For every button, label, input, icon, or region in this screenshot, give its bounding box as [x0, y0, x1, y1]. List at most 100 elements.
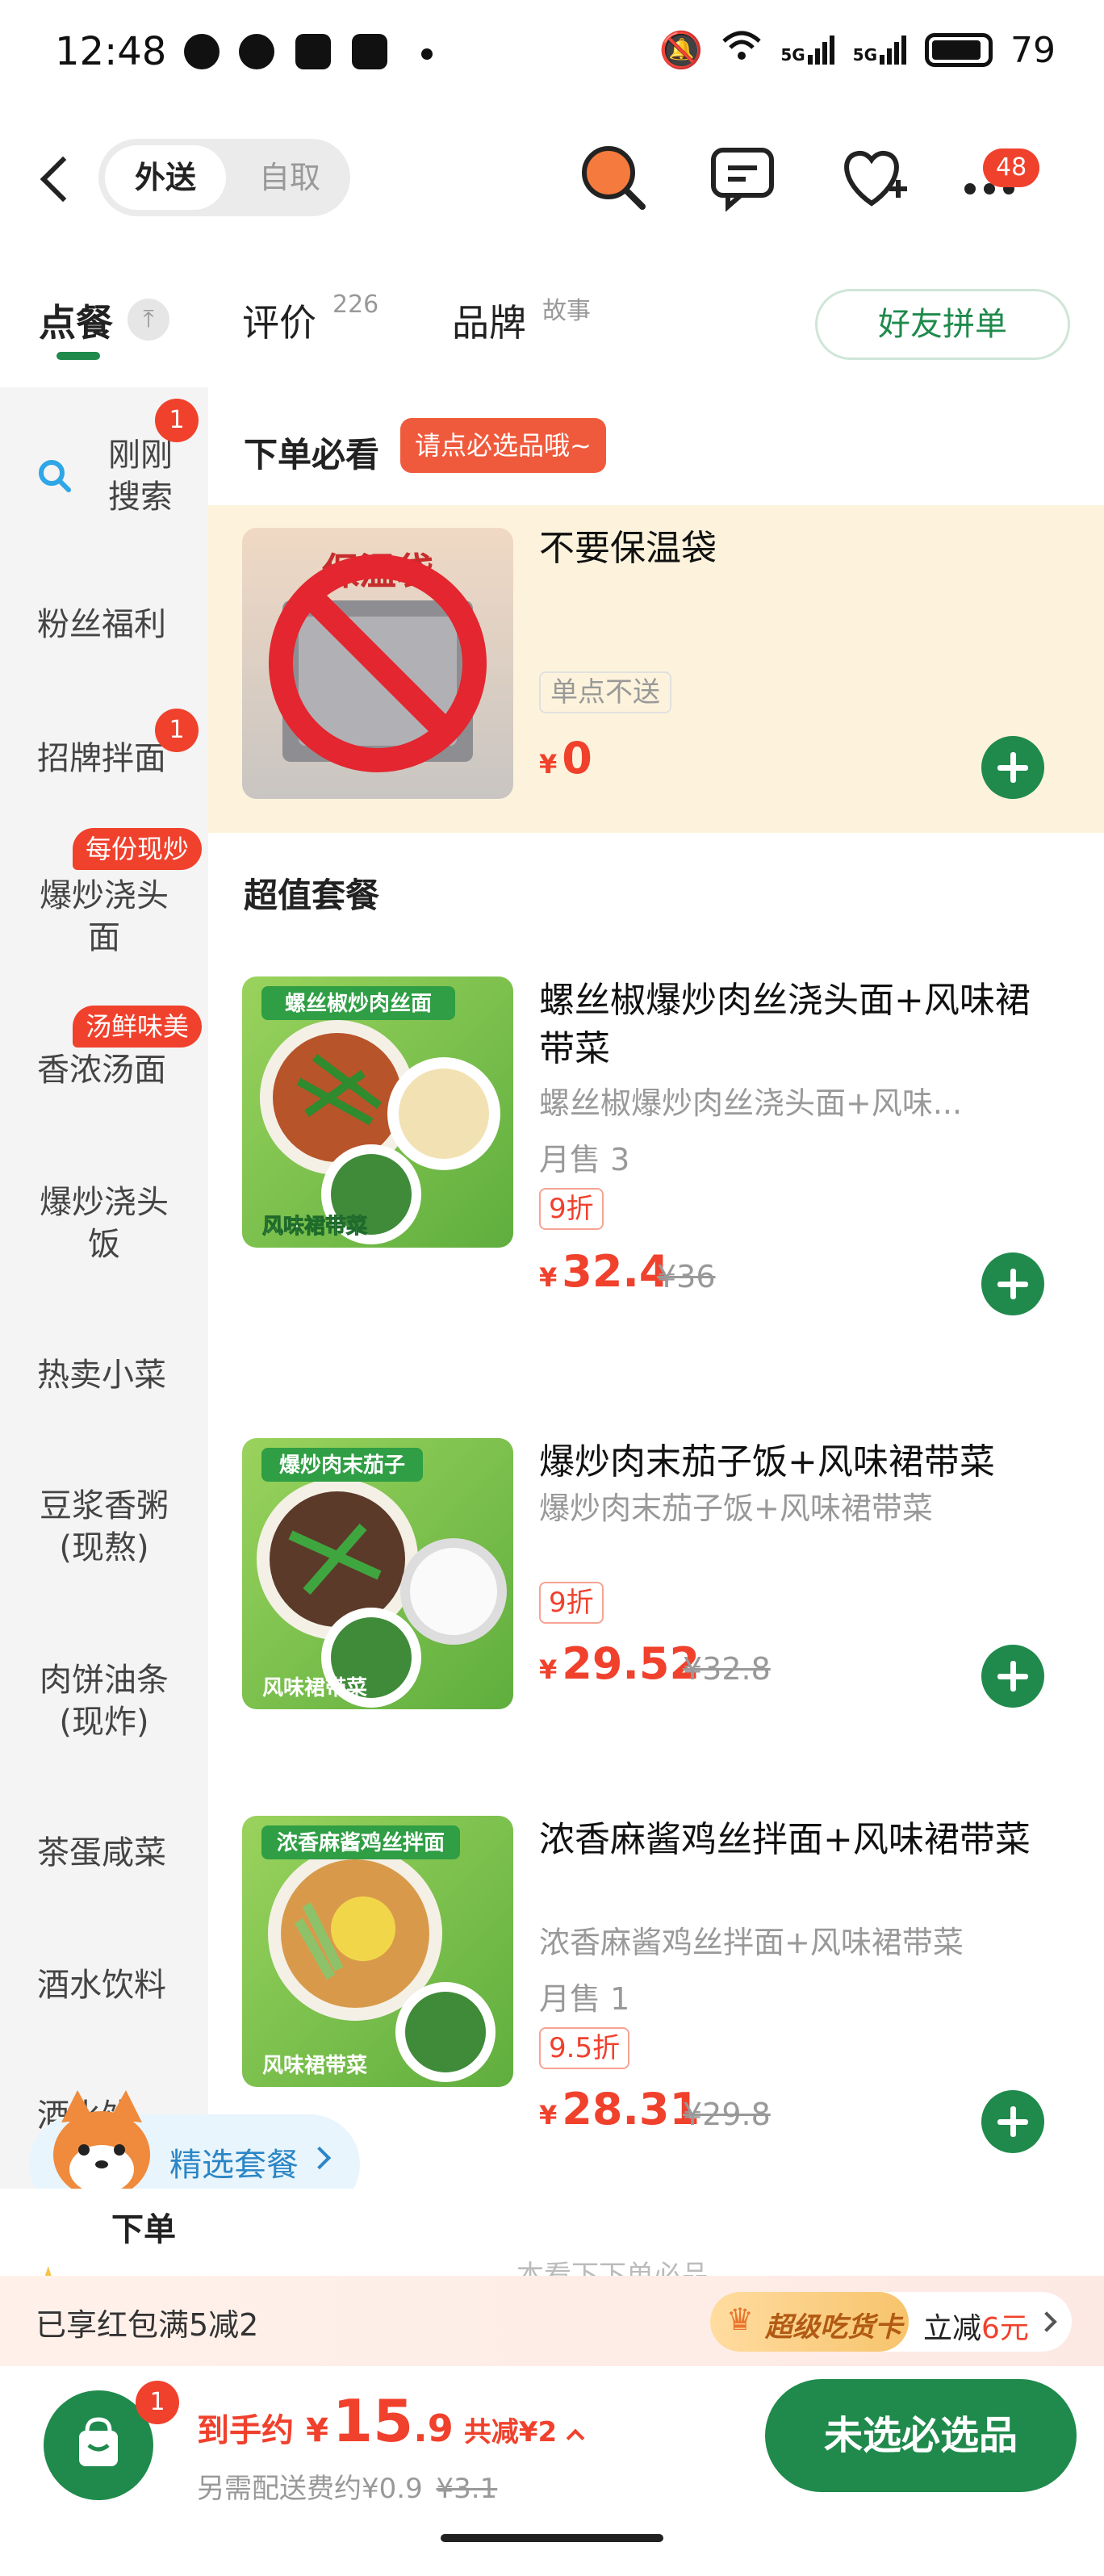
product-price: ¥32.4: [539, 1246, 670, 1297]
reviews-count: 226: [332, 291, 379, 319]
product-name: 爆炒肉末茄子饭+风味裙带菜: [539, 1441, 995, 1482]
sidebar-item-drinks[interactable]: 酒水饮料: [0, 1964, 208, 2006]
discount-text: 已享红包满5减2: [36, 2307, 259, 2343]
store-tabs: 点餐 ⤒ 评价 226 品牌 故事 好友拼单: [0, 274, 1104, 371]
tab-brand[interactable]: 品牌: [452, 294, 526, 347]
add-to-cart-button[interactable]: [981, 1645, 1044, 1708]
price-summary: 到手约 ¥ 15.9 共减¥2: [197, 2387, 585, 2455]
mute-icon: 🔕: [659, 30, 704, 71]
menu-list: 下单必看 请点必选品哦~ 保温袋 不要保温袋 单点不送 ¥0 超值套餐 螺丝椒炒…: [208, 387, 1104, 2189]
peek-row: ★ 下单 本看下下单必品: [0, 2189, 1104, 2301]
search-small-icon: [36, 457, 73, 504]
section-title-must-see: 下单必看: [244, 435, 380, 475]
sidebar-badge: 1: [155, 399, 199, 442]
sidebar-item-egg-pickles[interactable]: 茶蛋咸菜: [0, 1832, 208, 1874]
product-card[interactable]: 爆炒肉末茄子 风味裙带菜 爆炒肉末茄子饭+风味裙带菜 爆炒肉末茄子饭+风味裙带菜…: [208, 1438, 1104, 1777]
original-price: ¥29.8: [683, 2097, 771, 2132]
message-app-icon: [239, 34, 274, 69]
wifi-icon: [721, 30, 763, 71]
section-title-value-sets: 超值套餐: [244, 876, 380, 915]
sidebar-item-stirfry-rice[interactable]: 爆炒浇头 饭: [0, 1181, 208, 1265]
must-item-card[interactable]: 保温袋 不要保温袋 单点不送 ¥0: [208, 505, 1104, 833]
top-nav: 外送 自取 48: [0, 129, 1104, 226]
promo-tag: 每份现炒: [73, 828, 203, 870]
tab-reviews[interactable]: 评价: [242, 294, 316, 347]
checkout-bar: 1 到手约 ¥ 15.9 共减¥2 另需配送费约¥0.9 ¥3.1 未选必选品: [0, 2366, 1104, 2576]
peek-right-text: 本看下下单必品: [516, 2260, 709, 2277]
delivery-mode-toggle[interactable]: 外送 自取: [98, 139, 350, 216]
product-image: 爆炒肉末茄子 风味裙带菜: [242, 1438, 513, 1709]
product-card[interactable]: 螺丝椒炒肉丝面 风味裙带菜 螺丝椒爆炒肉丝浇头面+风味裙带菜 螺丝椒爆炒肉丝浇头…: [208, 976, 1104, 1356]
product-desc: 爆炒肉末茄子饭+风味裙带菜: [539, 1491, 933, 1526]
signal-icon-2: 5G: [853, 36, 907, 65]
crown-icon: ♛: [726, 2302, 755, 2337]
battery-icon: [925, 33, 993, 67]
favorite-add-icon[interactable]: [833, 139, 910, 216]
original-price: ¥36: [657, 1259, 716, 1294]
mode-delivery[interactable]: 外送: [105, 145, 226, 210]
not-sold-alone-tag: 单点不送: [539, 671, 671, 713]
sidebar-item-stirfry-noodles[interactable]: 爆炒浇头 面: [0, 875, 208, 959]
product-desc: 螺丝椒爆炒肉丝浇头面+风味...: [539, 1085, 963, 1121]
discount-bar[interactable]: 已享红包满5减2 ♛ 超级吃货卡 立减6元: [0, 2276, 1104, 2366]
more-badge: 48: [983, 148, 1040, 187]
sidebar-item-soup-noodles[interactable]: 香浓汤面: [0, 1049, 208, 1091]
sidebar-item-label: 刚刚 搜索: [108, 437, 173, 516]
image-caption: 爆炒肉末茄子: [279, 1453, 405, 1478]
status-bar: 12:48 🔕 5G 5G 79: [0, 0, 1104, 105]
brand-story-sup: 故事: [542, 297, 591, 325]
promo-tag: 汤鲜味美: [73, 1006, 203, 1048]
discount-tag: 9折: [539, 1582, 604, 1624]
sidebar-item-pancake-fritter[interactable]: 肉饼油条 (现炸): [0, 1659, 208, 1743]
super-foodie-card[interactable]: ♛ 超级吃货卡 立减6元: [710, 2292, 1072, 2352]
sidebar-badge: 1: [155, 709, 199, 752]
product-price: ¥29.52: [539, 1638, 700, 1689]
featured-set-label: 精选套餐: [169, 2147, 299, 2184]
peek-title: 下单: [111, 2211, 176, 2248]
checkout-button[interactable]: 未选必选品: [765, 2379, 1077, 2492]
back-icon[interactable]: [40, 156, 86, 203]
battery-level: 79: [1010, 29, 1056, 71]
product-image: 浓香麻酱鸡丝拌面 风味裙带菜: [242, 1816, 513, 2087]
notification-dot: [421, 48, 433, 60]
image-caption: 浓香麻酱鸡丝拌面: [277, 1830, 445, 1855]
product-name: 螺丝椒爆炒肉丝浇头面+风味裙带菜: [539, 980, 1031, 1069]
image-caption: 风味裙带菜: [262, 1675, 367, 1700]
monthly-sales: 月售 1: [539, 1981, 630, 2017]
product-image: 保温袋: [242, 528, 513, 799]
card-badge-label: 超级吃货卡: [765, 2311, 902, 2344]
discount-tag: 9折: [539, 1188, 604, 1230]
sidebar-item-fan-benefits[interactable]: 粉丝福利: [0, 604, 208, 646]
search-icon[interactable]: [575, 139, 652, 216]
add-to-cart-button[interactable]: [981, 1252, 1044, 1315]
status-time: 12:48: [55, 29, 167, 74]
chevron-up-icon: [566, 2428, 585, 2447]
required-pill: 请点必选品哦~: [400, 418, 606, 473]
sidebar-item-hot-sides[interactable]: 热卖小菜: [0, 1354, 208, 1396]
product-image: 螺丝椒炒肉丝面 风味裙带菜: [242, 976, 513, 1248]
image-caption: 风味裙带菜: [262, 1214, 367, 1239]
cart-count-badge: 1: [136, 2381, 179, 2424]
product-price: ¥28.31: [539, 2084, 700, 2135]
original-price: ¥32.8: [683, 1651, 771, 1687]
home-indicator[interactable]: [441, 2534, 663, 2542]
add-to-cart-button[interactable]: [981, 2090, 1044, 2153]
pin-top-icon[interactable]: ⤒: [128, 299, 169, 341]
message-icon[interactable]: [704, 139, 781, 216]
monthly-sales: 月售 3: [539, 1142, 630, 1177]
product-name: 不要保温袋: [539, 528, 717, 569]
qq-icon: [352, 34, 387, 69]
product-desc: 浓香麻酱鸡丝拌面+风味裙带菜: [539, 1925, 964, 1960]
status-right: 🔕 5G 5G 79: [659, 29, 1056, 72]
product-name: 浓香麻酱鸡丝拌面+风味裙带菜: [539, 1819, 1031, 1860]
category-sidebar: 刚刚 搜索 1 粉丝福利 招牌拌面 1 每份现炒 爆炒浇头 面 汤鲜味美 香浓汤…: [0, 387, 208, 2189]
add-to-cart-button[interactable]: [981, 736, 1044, 799]
mode-pickup[interactable]: 自取: [236, 145, 344, 210]
signal-icon: 5G: [780, 36, 834, 65]
sidebar-item-soymilk-porridge[interactable]: 豆浆香粥 (现熬): [0, 1485, 208, 1569]
active-tab-indicator: [56, 352, 100, 360]
friend-group-order-button[interactable]: 好友拼单: [815, 289, 1070, 360]
image-caption: 螺丝椒炒肉丝面: [285, 992, 432, 1016]
delivery-fee: 另需配送费约¥0.9 ¥3.1: [197, 2473, 498, 2505]
tab-order[interactable]: 点餐: [39, 294, 113, 347]
